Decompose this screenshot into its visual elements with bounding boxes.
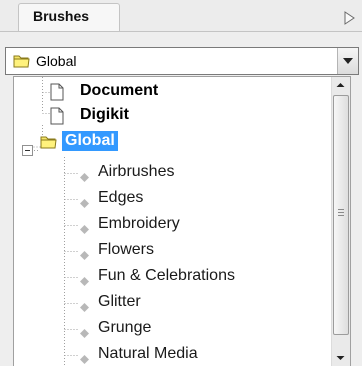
tree-item-label: Digikit [80, 106, 129, 123]
tree-item-label: Grunge [98, 319, 152, 336]
grip-line [338, 215, 344, 216]
header-divider [0, 31, 362, 32]
tree-item-natural-media[interactable]: Natural Media [78, 343, 318, 366]
vertical-scrollbar[interactable] [331, 77, 350, 366]
tree-item-label: Airbrushes [98, 163, 175, 180]
page-icon [50, 83, 64, 105]
dropdown-button[interactable] [337, 48, 358, 74]
diamond-bullet-icon [80, 271, 89, 290]
diamond-bullet-icon [80, 193, 89, 212]
tree-item-digikit[interactable]: Digikit [50, 104, 290, 130]
tree-item-global[interactable]: Global [40, 130, 280, 156]
arrow-down-icon [332, 351, 349, 366]
tree-item-flowers[interactable]: Flowers [78, 239, 318, 265]
tab-brushes[interactable]: Brushes [18, 3, 120, 31]
tree-item-edges[interactable]: Edges [78, 187, 318, 213]
diamond-bullet-icon [80, 245, 89, 264]
grip-line [338, 212, 344, 213]
brush-tree[interactable]: Document Digikit Global Airbrushes Edges [13, 76, 351, 366]
tree-item-label: Embroidery [98, 215, 180, 232]
tree-item-embroidery[interactable]: Embroidery [78, 213, 318, 239]
diamond-bullet-icon [80, 219, 89, 238]
tree-item-label: Natural Media [98, 345, 198, 362]
tree-item-airbrushes[interactable]: Airbrushes [78, 161, 318, 187]
tree-item-fun-celebrations[interactable]: Fun & Celebrations [78, 265, 318, 291]
diamond-bullet-icon [80, 297, 89, 316]
grip-line [338, 209, 344, 210]
panel-header: Brushes [0, 0, 362, 32]
collapse-toggle[interactable] [22, 145, 33, 156]
page-icon [50, 107, 64, 129]
tree-item-document[interactable]: Document [50, 80, 290, 106]
diamond-bullet-icon [80, 349, 89, 366]
tree-item-glitter[interactable]: Glitter [78, 291, 318, 317]
scroll-down-button[interactable] [332, 349, 349, 366]
tab-brushes-label: Brushes [33, 8, 90, 24]
tree-item-label: Fun & Celebrations [98, 267, 235, 284]
yellow-folder-icon [13, 53, 31, 73]
tree-item-label: Document [80, 82, 159, 99]
triangle-right-icon[interactable] [342, 10, 356, 25]
yellow-folder-icon [40, 134, 58, 154]
diamond-bullet-icon [80, 167, 89, 186]
scroll-up-button[interactable] [332, 77, 349, 94]
dropdown-value: Global [36, 53, 77, 69]
tree-item-grunge[interactable]: Grunge [78, 317, 318, 343]
brush-category-dropdown[interactable]: Global [5, 47, 359, 75]
diamond-bullet-icon [80, 323, 89, 342]
tree-item-label: Glitter [98, 293, 141, 310]
tree-item-label: Global [62, 131, 118, 151]
scrollbar-thumb[interactable] [333, 95, 349, 335]
tree-item-label: Edges [98, 189, 144, 206]
tree-item-label: Flowers [98, 241, 155, 258]
